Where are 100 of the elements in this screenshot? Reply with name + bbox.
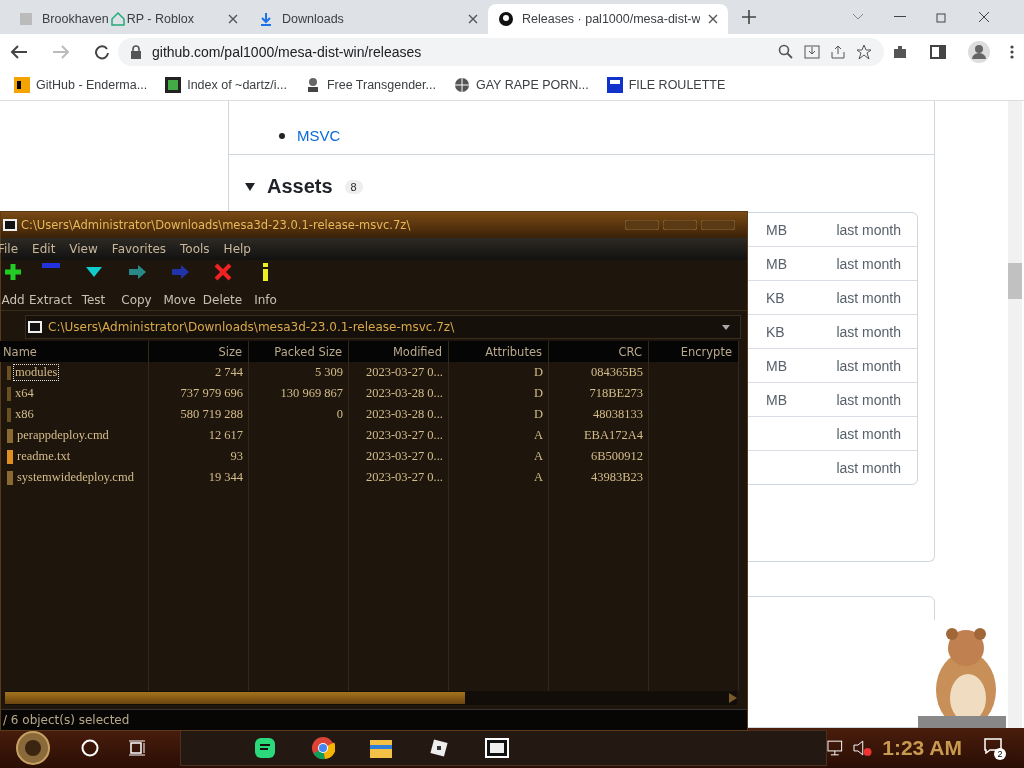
- menu-item[interactable]: File: [0, 238, 27, 260]
- bookmark[interactable]: Free Transgender...: [304, 77, 436, 93]
- window-title: C:\Users\Administrator\Downloads\mesa3d-23.0.1-release-msvc.7z\: [21, 218, 412, 232]
- download-icon: [258, 11, 274, 27]
- table-cell-text: EBA172A4: [582, 427, 644, 444]
- column-header[interactable]: Modified: [349, 341, 449, 362]
- share-icon: [830, 44, 846, 60]
- asset-date: last month: [836, 425, 901, 442]
- menu-item[interactable]: Favorites: [111, 238, 175, 260]
- horizontal-scrollbar[interactable]: [5, 691, 737, 705]
- plus-icon: [3, 263, 23, 281]
- asset-date: last month: [836, 323, 901, 340]
- table-cell-text: 580 719 288: [179, 406, 244, 423]
- toolbar-button[interactable]: Info: [244, 263, 287, 307]
- column-header[interactable]: CRC: [549, 341, 649, 362]
- asset-size: KB: [766, 323, 785, 340]
- toolbar-button[interactable]: Copy: [115, 263, 158, 307]
- volume-muted-icon: [852, 740, 873, 756]
- minimize-icon: [625, 220, 659, 230]
- avatar-icon: [968, 41, 990, 63]
- file-logo-icon: [606, 77, 623, 93]
- arrow-right-icon: [126, 263, 147, 281]
- folder-icon: [7, 365, 11, 380]
- reload-icon: [94, 44, 110, 60]
- chat-icon: [254, 737, 276, 759]
- browser-tab[interactable]: Brookhaven RP - Roblox: [8, 4, 248, 34]
- search-icon: [80, 739, 99, 757]
- close-icon: [708, 14, 718, 24]
- column-header[interactable]: Size: [149, 341, 249, 362]
- column-header[interactable]: Attributes: [449, 341, 549, 362]
- file-name[interactable]: x64: [14, 386, 35, 401]
- search-icon: [778, 44, 794, 60]
- file-name[interactable]: readme.txt: [16, 449, 72, 464]
- asset-date: last month: [836, 221, 901, 238]
- archive-app-icon: [485, 738, 509, 758]
- grid-icon: [165, 77, 182, 93]
- column-header[interactable]: Name: [0, 341, 149, 362]
- notification-count: 2: [994, 748, 1006, 760]
- arrow-right-icon: [727, 693, 737, 703]
- table-cell-text: 084365B5: [589, 364, 644, 381]
- bookmark[interactable]: Index of ~dartz/i...: [165, 77, 287, 93]
- close-icon: [468, 14, 478, 24]
- msvc-link[interactable]: MSVC: [297, 127, 341, 144]
- table-cell-text: 2023-03-27 0...: [364, 427, 444, 444]
- page-icon: [18, 11, 34, 27]
- dropdown-icon: [722, 324, 730, 330]
- table-cell-text: 19 344: [207, 469, 244, 486]
- menu-item[interactable]: Tools: [180, 238, 218, 260]
- column-header[interactable]: Packed Size: [249, 341, 349, 362]
- file-name[interactable]: x86: [14, 407, 35, 422]
- bookmark[interactable]: GitHub - Enderma...: [14, 77, 148, 93]
- close-icon: [978, 11, 990, 23]
- file-name[interactable]: modules: [14, 365, 59, 380]
- asset-date: last month: [836, 459, 901, 476]
- asset-size: MB: [766, 357, 787, 374]
- caret-icon: [245, 182, 255, 191]
- table-cell-text: 2023-03-27 0...: [364, 448, 444, 465]
- toolbar-button[interactable]: Add: [0, 263, 29, 307]
- archive-app-icon: [3, 219, 17, 231]
- table-cell-text: A: [532, 448, 544, 465]
- table-cell-text: 2023-03-28 0...: [364, 406, 444, 423]
- table-cell-text: 718BE273: [588, 385, 644, 402]
- minus-icon: [41, 263, 60, 268]
- menu-item[interactable]: View: [69, 238, 106, 260]
- path-field[interactable]: C:\Users\Administrator\Downloads\mesa3d-23.0.1-release-msvc.7z\: [25, 315, 741, 339]
- toolbar-button[interactable]: Delete: [201, 263, 244, 307]
- asset-count: 8: [344, 179, 363, 194]
- browser-tab[interactable]: Downloads: [248, 4, 488, 34]
- table-cell-text: 2 744: [213, 364, 244, 381]
- toolbar-button[interactable]: Test: [72, 263, 115, 307]
- assets-heading: Assets: [267, 175, 333, 198]
- table-cell-text: D: [532, 364, 544, 381]
- file-icon: [7, 449, 13, 464]
- file-name[interactable]: perappdeploy.cmd: [16, 428, 110, 443]
- install-icon: [804, 44, 820, 60]
- globe-icon: [453, 77, 470, 93]
- table-cell-text: 5 309: [313, 364, 344, 381]
- close-icon: [701, 220, 735, 230]
- asset-size: KB: [766, 289, 785, 306]
- asset-size: MB: [766, 391, 787, 408]
- bookmark[interactable]: GAY RAPE PORN...: [453, 77, 589, 93]
- clock[interactable]: 1:23 AM: [882, 736, 962, 760]
- table-cell-text: 737 979 696: [179, 385, 244, 402]
- menu-item[interactable]: Edit: [32, 238, 64, 260]
- browser-tab[interactable]: Releases · pal1000/mesa-dist-w: [488, 4, 728, 34]
- table-cell-text: 2023-03-28 0...: [364, 385, 444, 402]
- bookmark[interactable]: FILE ROULETTE: [606, 77, 726, 93]
- scrollbar[interactable]: [1008, 101, 1022, 728]
- address-bar[interactable]: github.com/pal1000/mesa-dist-win/releases: [118, 38, 884, 66]
- task-view-icon: [127, 740, 146, 756]
- menu-item[interactable]: Help: [223, 238, 259, 260]
- toolbar-button[interactable]: Move: [158, 263, 201, 307]
- folder-icon: [7, 386, 11, 401]
- minimize-icon: [894, 16, 906, 18]
- folder-icon: [7, 407, 11, 422]
- column-header[interactable]: Encrypte: [649, 341, 739, 362]
- file-name[interactable]: systemwidedeploy.cmd: [16, 470, 135, 485]
- close-icon: [212, 263, 233, 281]
- asset-date: last month: [836, 391, 901, 408]
- toolbar-button[interactable]: Extract: [29, 263, 72, 307]
